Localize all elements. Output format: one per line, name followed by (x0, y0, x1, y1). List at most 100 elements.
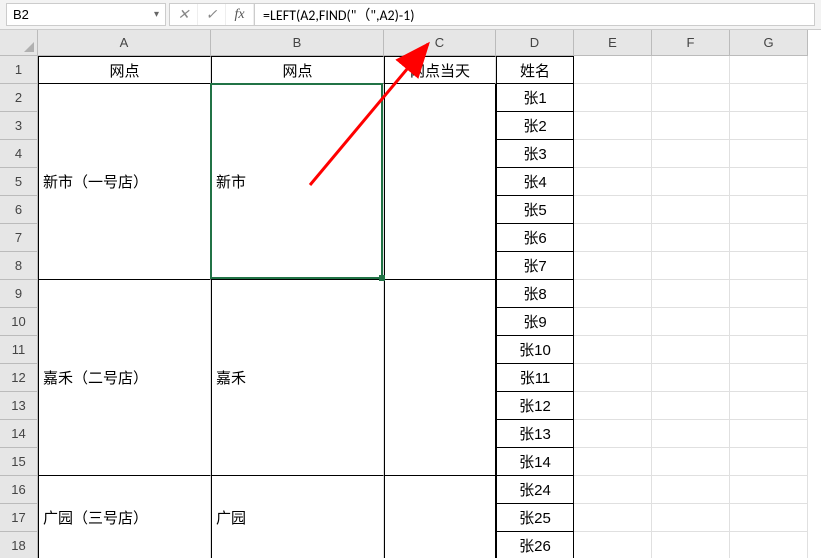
row-header-9[interactable]: 9 (0, 280, 38, 308)
cell-G6[interactable] (730, 196, 808, 224)
cell-D5[interactable]: 张4 (496, 168, 574, 196)
col-header-A[interactable]: A (38, 30, 211, 56)
col-header-F[interactable]: F (652, 30, 730, 56)
cancel-icon[interactable]: ✕ (170, 4, 198, 25)
cell-E2[interactable] (574, 84, 652, 112)
cell-F3[interactable] (652, 112, 730, 140)
cell-F15[interactable] (652, 448, 730, 476)
cell-G3[interactable] (730, 112, 808, 140)
cell-F6[interactable] (652, 196, 730, 224)
cell-F7[interactable] (652, 224, 730, 252)
cell-C16-merged[interactable] (384, 476, 496, 558)
row-header-18[interactable]: 18 (0, 532, 38, 558)
cell-D15[interactable]: 张14 (496, 448, 574, 476)
cell-E6[interactable] (574, 196, 652, 224)
chevron-down-icon[interactable]: ▾ (154, 9, 159, 20)
cell-D8[interactable]: 张7 (496, 252, 574, 280)
cell-G11[interactable] (730, 336, 808, 364)
row-header-14[interactable]: 14 (0, 420, 38, 448)
row-header-15[interactable]: 15 (0, 448, 38, 476)
cell-F10[interactable] (652, 308, 730, 336)
cell-F18[interactable] (652, 532, 730, 558)
cell-D13[interactable]: 张12 (496, 392, 574, 420)
cell-D1[interactable]: 姓名 (496, 56, 574, 84)
cell-E1[interactable] (574, 56, 652, 84)
cell-E12[interactable] (574, 364, 652, 392)
row-header-17[interactable]: 17 (0, 504, 38, 532)
formula-input[interactable]: =LEFT(A2,FIND("（",A2)-1) (255, 3, 815, 26)
row-header-13[interactable]: 13 (0, 392, 38, 420)
cell-G18[interactable] (730, 532, 808, 558)
cell-G2[interactable] (730, 84, 808, 112)
row-header-2[interactable]: 2 (0, 84, 38, 112)
cell-E14[interactable] (574, 420, 652, 448)
row-header-7[interactable]: 7 (0, 224, 38, 252)
cell-G13[interactable] (730, 392, 808, 420)
cell-G17[interactable] (730, 504, 808, 532)
row-header-11[interactable]: 11 (0, 336, 38, 364)
col-header-C[interactable]: C (384, 30, 496, 56)
cell-A16-merged[interactable]: 广园（三号店） (38, 476, 211, 558)
cell-E10[interactable] (574, 308, 652, 336)
col-header-E[interactable]: E (574, 30, 652, 56)
cell-E13[interactable] (574, 392, 652, 420)
cell-G7[interactable] (730, 224, 808, 252)
cell-D6[interactable]: 张5 (496, 196, 574, 224)
row-header-12[interactable]: 12 (0, 364, 38, 392)
cell-F11[interactable] (652, 336, 730, 364)
cell-G1[interactable] (730, 56, 808, 84)
cell-D3[interactable]: 张2 (496, 112, 574, 140)
col-header-D[interactable]: D (496, 30, 574, 56)
cell-G15[interactable] (730, 448, 808, 476)
cell-E5[interactable] (574, 168, 652, 196)
cell-G8[interactable] (730, 252, 808, 280)
cell-F2[interactable] (652, 84, 730, 112)
cell-A9-merged[interactable]: 嘉禾（二号店） (38, 280, 211, 476)
confirm-icon[interactable]: ✓ (198, 4, 226, 25)
row-header-16[interactable]: 16 (0, 476, 38, 504)
cell-D9[interactable]: 张8 (496, 280, 574, 308)
row-header-8[interactable]: 8 (0, 252, 38, 280)
cell-E4[interactable] (574, 140, 652, 168)
cell-E18[interactable] (574, 532, 652, 558)
cell-C9-merged[interactable] (384, 280, 496, 476)
cell-F4[interactable] (652, 140, 730, 168)
name-box[interactable]: B2 ▾ (6, 3, 166, 26)
cell-A2-merged[interactable]: 新市（一号店） (38, 84, 211, 280)
cell-F13[interactable] (652, 392, 730, 420)
cell-D7[interactable]: 张6 (496, 224, 574, 252)
cell-G4[interactable] (730, 140, 808, 168)
cell-G16[interactable] (730, 476, 808, 504)
row-header-6[interactable]: 6 (0, 196, 38, 224)
cell-G12[interactable] (730, 364, 808, 392)
cell-F16[interactable] (652, 476, 730, 504)
row-header-4[interactable]: 4 (0, 140, 38, 168)
cell-D10[interactable]: 张9 (496, 308, 574, 336)
row-header-5[interactable]: 5 (0, 168, 38, 196)
cell-E7[interactable] (574, 224, 652, 252)
cell-E16[interactable] (574, 476, 652, 504)
cell-A1[interactable]: 网点 (38, 56, 211, 84)
col-header-B[interactable]: B (211, 30, 384, 56)
fx-icon[interactable]: fx (226, 4, 254, 25)
cell-B16-merged[interactable]: 广园 (211, 476, 384, 558)
cell-E8[interactable] (574, 252, 652, 280)
cell-F8[interactable] (652, 252, 730, 280)
row-header-1[interactable]: 1 (0, 56, 38, 84)
cell-F17[interactable] (652, 504, 730, 532)
cell-E15[interactable] (574, 448, 652, 476)
cell-D16[interactable]: 张24 (496, 476, 574, 504)
row-header-10[interactable]: 10 (0, 308, 38, 336)
cell-D17[interactable]: 张25 (496, 504, 574, 532)
cell-E17[interactable] (574, 504, 652, 532)
cell-D14[interactable]: 张13 (496, 420, 574, 448)
cell-F1[interactable] (652, 56, 730, 84)
cell-D11[interactable]: 张10 (496, 336, 574, 364)
cell-C1[interactable]: 网点当天 (384, 56, 496, 84)
cell-G9[interactable] (730, 280, 808, 308)
cell-F5[interactable] (652, 168, 730, 196)
cell-D12[interactable]: 张11 (496, 364, 574, 392)
cell-B1[interactable]: 网点 (211, 56, 384, 84)
cell-E3[interactable] (574, 112, 652, 140)
cell-F9[interactable] (652, 280, 730, 308)
